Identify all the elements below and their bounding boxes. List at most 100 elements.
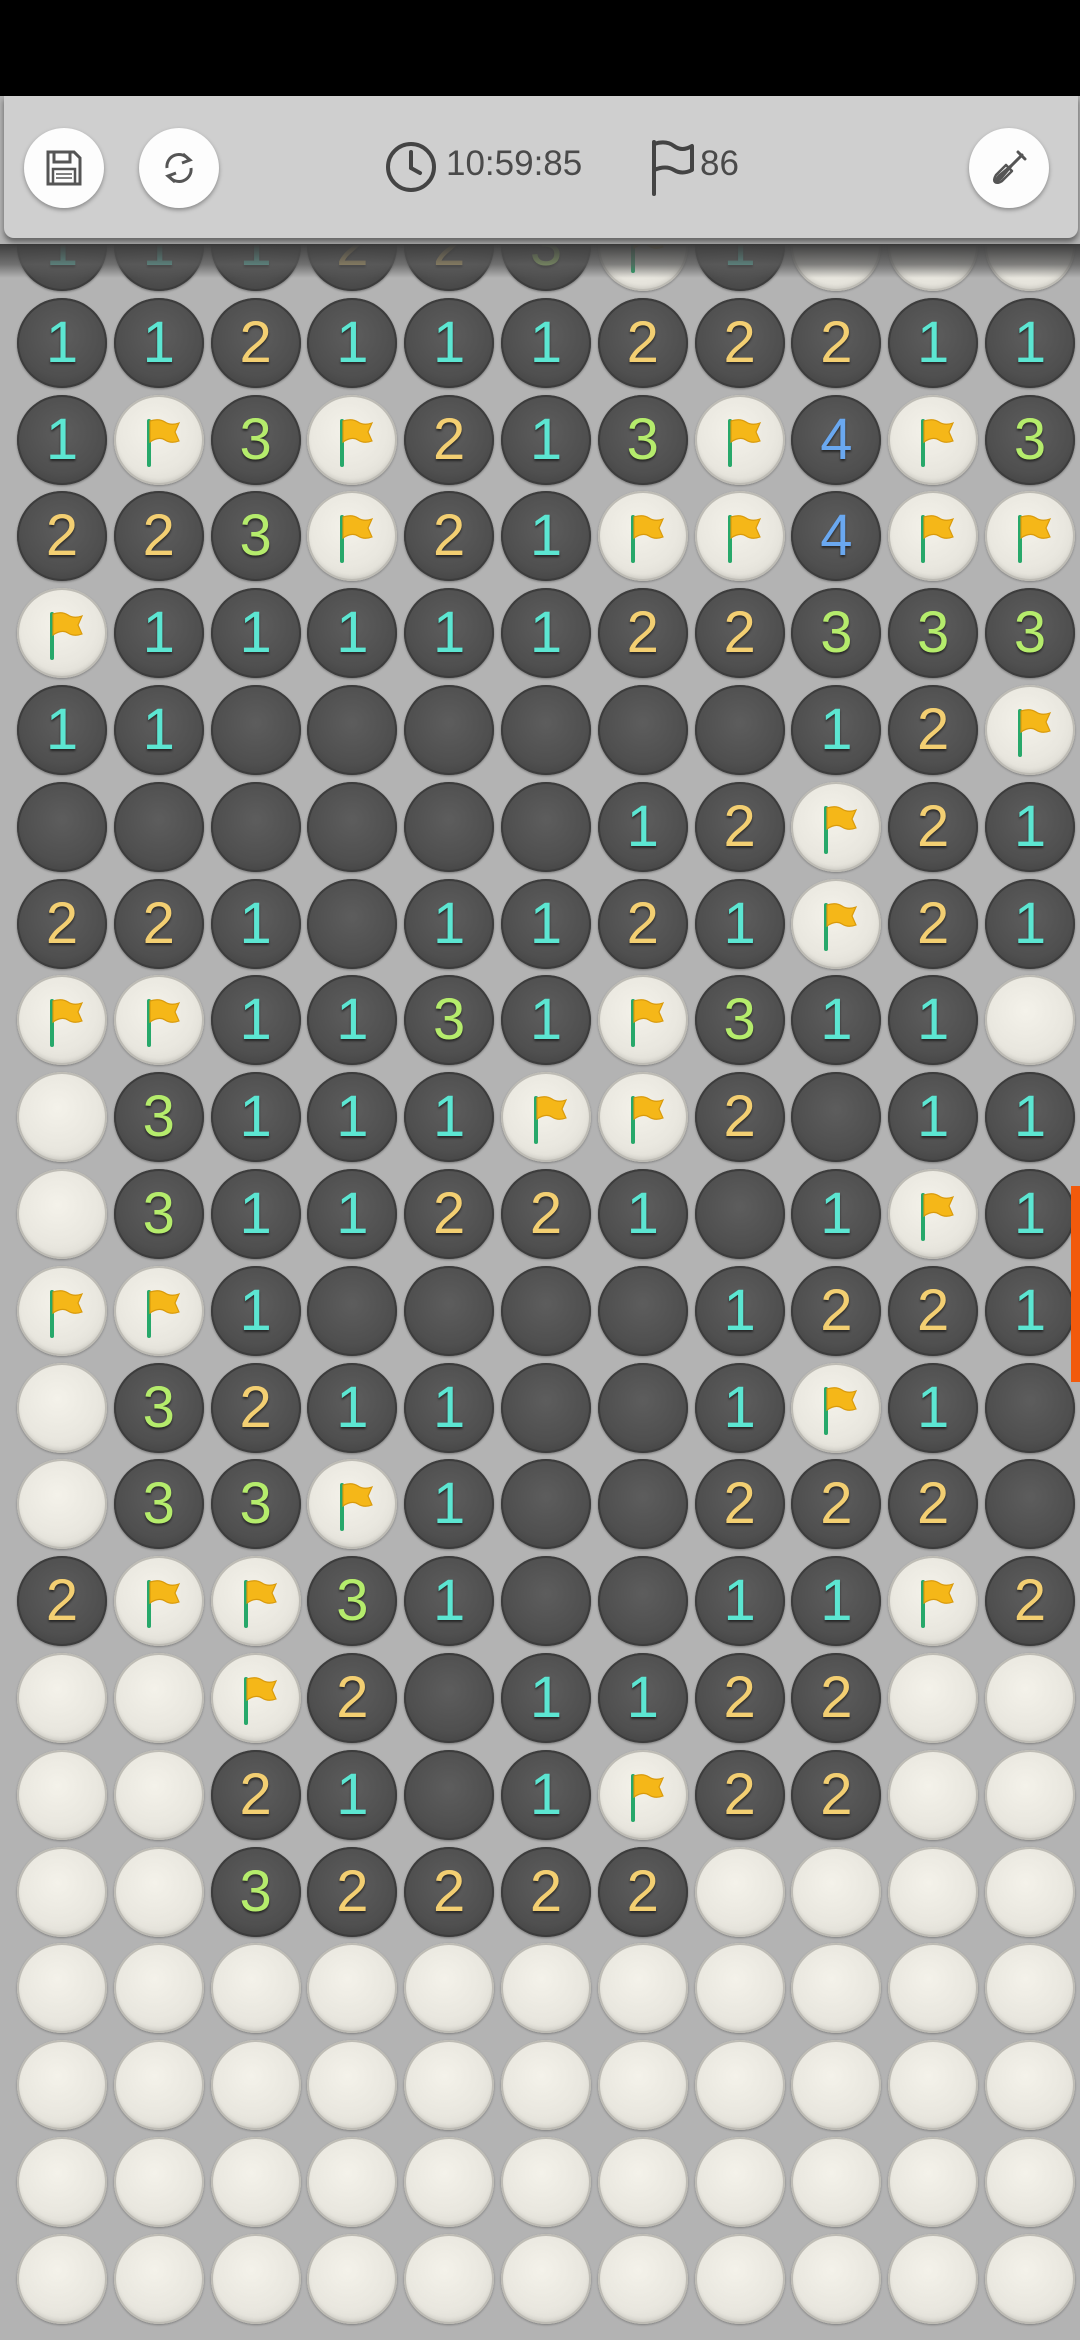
number-cell[interactable]: 1 xyxy=(501,394,591,485)
empty-cell[interactable] xyxy=(501,781,591,872)
number-cell[interactable]: 2 xyxy=(597,588,688,679)
flagged-cell[interactable] xyxy=(985,491,1075,582)
empty-cell[interactable] xyxy=(597,1459,688,1550)
unopened-cell[interactable] xyxy=(597,2233,688,2324)
unopened-cell[interactable] xyxy=(888,1653,979,1743)
unopened-cell[interactable] xyxy=(791,2137,882,2227)
unopened-cell[interactable] xyxy=(113,2233,204,2324)
unopened-cell[interactable] xyxy=(694,2233,785,2324)
flagged-cell[interactable] xyxy=(985,685,1075,775)
unopened-cell[interactable] xyxy=(888,1943,979,2034)
unopened-cell[interactable] xyxy=(597,2040,688,2131)
number-cell[interactable]: 1 xyxy=(307,1749,398,1840)
flagged-cell[interactable] xyxy=(307,491,398,582)
unopened-cell[interactable] xyxy=(985,1846,1075,1937)
flagged-cell[interactable] xyxy=(694,491,785,582)
number-cell[interactable]: 2 xyxy=(17,878,107,969)
empty-cell[interactable] xyxy=(113,781,204,872)
number-cell[interactable]: 2 xyxy=(113,491,204,582)
number-cell[interactable]: 2 xyxy=(210,1749,301,1840)
number-cell[interactable]: 2 xyxy=(597,297,688,388)
number-cell[interactable]: 3 xyxy=(113,1169,204,1259)
number-cell[interactable]: 2 xyxy=(694,1653,785,1743)
number-cell[interactable]: 3 xyxy=(694,975,785,1066)
flagged-cell[interactable] xyxy=(17,588,107,679)
number-cell[interactable]: 1 xyxy=(888,1072,979,1163)
empty-cell[interactable] xyxy=(404,685,495,775)
flagged-cell[interactable] xyxy=(888,394,979,485)
unopened-cell[interactable] xyxy=(985,1943,1075,2034)
unopened-cell[interactable] xyxy=(307,2137,398,2227)
empty-cell[interactable] xyxy=(985,1362,1075,1453)
empty-cell[interactable] xyxy=(17,781,107,872)
empty-cell[interactable] xyxy=(501,1556,591,1647)
unopened-cell[interactable] xyxy=(307,2040,398,2131)
number-cell[interactable]: 1 xyxy=(210,588,301,679)
number-cell[interactable]: 2 xyxy=(210,297,301,388)
number-cell[interactable]: 3 xyxy=(501,244,591,291)
unopened-cell[interactable] xyxy=(501,1943,591,2034)
unopened-cell[interactable] xyxy=(17,2137,107,2227)
number-cell[interactable]: 3 xyxy=(210,491,301,582)
unopened-cell[interactable] xyxy=(888,244,979,291)
flagged-cell[interactable] xyxy=(791,781,882,872)
unopened-cell[interactable] xyxy=(694,2137,785,2227)
flagged-cell[interactable] xyxy=(501,1072,591,1163)
unopened-cell[interactable] xyxy=(17,1943,107,2034)
empty-cell[interactable] xyxy=(404,781,495,872)
number-cell[interactable]: 2 xyxy=(307,1653,398,1743)
number-cell[interactable]: 2 xyxy=(694,1459,785,1550)
unopened-cell[interactable] xyxy=(694,1846,785,1937)
number-cell[interactable]: 2 xyxy=(985,1556,1075,1647)
empty-cell[interactable] xyxy=(307,685,398,775)
number-cell[interactable]: 2 xyxy=(307,1846,398,1937)
unopened-cell[interactable] xyxy=(17,1362,107,1453)
number-cell[interactable]: 2 xyxy=(888,781,979,872)
number-cell[interactable]: 2 xyxy=(113,878,204,969)
number-cell[interactable]: 1 xyxy=(597,1169,688,1259)
unopened-cell[interactable] xyxy=(17,1169,107,1259)
number-cell[interactable]: 3 xyxy=(791,588,882,679)
number-cell[interactable]: 1 xyxy=(17,685,107,775)
number-cell[interactable]: 2 xyxy=(404,1846,495,1937)
tool-toggle-button[interactable] xyxy=(969,128,1049,208)
unopened-cell[interactable] xyxy=(113,1749,204,1840)
number-cell[interactable]: 1 xyxy=(404,878,495,969)
save-button[interactable] xyxy=(24,128,104,208)
unopened-cell[interactable] xyxy=(113,1943,204,2034)
number-cell[interactable]: 1 xyxy=(791,1556,882,1647)
number-cell[interactable]: 1 xyxy=(501,588,591,679)
number-cell[interactable]: 1 xyxy=(501,491,591,582)
unopened-cell[interactable] xyxy=(985,244,1075,291)
number-cell[interactable]: 1 xyxy=(113,244,204,291)
empty-cell[interactable] xyxy=(210,685,301,775)
number-cell[interactable]: 3 xyxy=(985,394,1075,485)
number-cell[interactable]: 3 xyxy=(210,394,301,485)
unopened-cell[interactable] xyxy=(791,244,882,291)
unopened-cell[interactable] xyxy=(113,2040,204,2131)
unopened-cell[interactable] xyxy=(791,2233,882,2324)
number-cell[interactable]: 1 xyxy=(17,297,107,388)
empty-cell[interactable] xyxy=(501,1362,591,1453)
number-cell[interactable]: 1 xyxy=(113,297,204,388)
unopened-cell[interactable] xyxy=(888,2137,979,2227)
number-cell[interactable]: 1 xyxy=(888,975,979,1066)
number-cell[interactable]: 1 xyxy=(17,244,107,291)
flagged-cell[interactable] xyxy=(888,491,979,582)
flagged-cell[interactable] xyxy=(210,1556,301,1647)
flagged-cell[interactable] xyxy=(307,394,398,485)
flagged-cell[interactable] xyxy=(888,1169,979,1259)
unopened-cell[interactable] xyxy=(307,2233,398,2324)
flagged-cell[interactable] xyxy=(597,1072,688,1163)
flagged-cell[interactable] xyxy=(888,1556,979,1647)
number-cell[interactable]: 2 xyxy=(404,244,495,291)
number-cell[interactable]: 2 xyxy=(791,1653,882,1743)
flagged-cell[interactable] xyxy=(210,1653,301,1743)
unopened-cell[interactable] xyxy=(791,1846,882,1937)
unopened-cell[interactable] xyxy=(210,2233,301,2324)
unopened-cell[interactable] xyxy=(210,2137,301,2227)
flagged-cell[interactable] xyxy=(791,878,882,969)
number-cell[interactable]: 1 xyxy=(791,975,882,1066)
empty-cell[interactable] xyxy=(694,685,785,775)
number-cell[interactable]: 1 xyxy=(597,781,688,872)
